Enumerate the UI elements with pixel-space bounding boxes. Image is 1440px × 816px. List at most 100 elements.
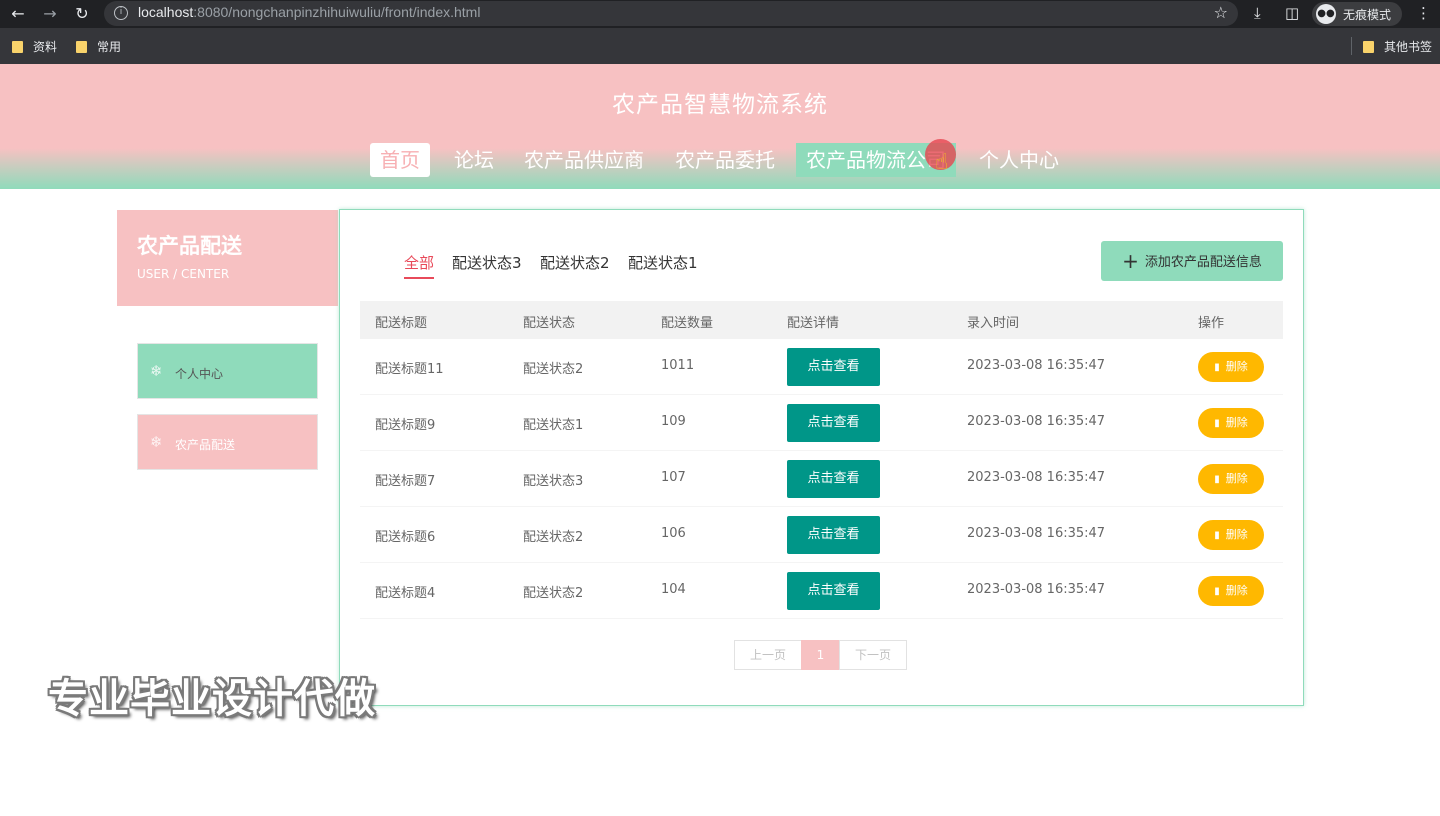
trash-icon: ▮ bbox=[1214, 586, 1220, 597]
trash-icon: ▮ bbox=[1214, 362, 1220, 373]
table-row: 配送标题9 配送状态1 109 点击查看 2023-03-08 16:35:47… bbox=[360, 395, 1283, 451]
bookmark-separator bbox=[1351, 37, 1352, 55]
table-header: 配送标题 配送状态 配送数量 配送详情 录入时间 操作 bbox=[360, 301, 1283, 339]
delete-button[interactable]: ▮ 删除 bbox=[1198, 520, 1264, 550]
table-row: 配送标题4 配送状态2 104 点击查看 2023-03-08 16:35:47… bbox=[360, 563, 1283, 619]
delivery-table: 配送标题 配送状态 配送数量 配送详情 录入时间 操作 配送标题11 配送状态2… bbox=[360, 301, 1283, 619]
column-header: 配送标题 bbox=[375, 316, 428, 331]
cell-title: 配送标题6 bbox=[375, 530, 436, 545]
view-details-button[interactable]: 点击查看 bbox=[787, 404, 880, 442]
site-info-icon[interactable]: i bbox=[114, 6, 128, 20]
add-delivery-label: 添加农产品配送信息 bbox=[1144, 255, 1262, 270]
filter-status-3[interactable]: 配送状态3 bbox=[452, 252, 522, 277]
view-details-button[interactable]: 点击查看 bbox=[787, 460, 880, 498]
address-bar[interactable]: i localhost:8080/nongchanpinzhihuiwuliu/… bbox=[104, 1, 1238, 26]
folder-icon bbox=[76, 41, 87, 53]
snowflake-icon: ❄ bbox=[150, 433, 163, 451]
cell-entry-time: 2023-03-08 16:35:47 bbox=[967, 582, 1106, 597]
cell-status: 配送状态2 bbox=[523, 362, 584, 377]
nav-home[interactable]: 首页 bbox=[370, 143, 430, 177]
bookmark-folder-2[interactable]: 常用 bbox=[76, 38, 121, 55]
cell-status: 配送状态2 bbox=[523, 530, 584, 545]
view-details-button[interactable]: 点击查看 bbox=[787, 348, 880, 386]
cell-title: 配送标题9 bbox=[375, 418, 436, 433]
folder-icon bbox=[1363, 41, 1374, 53]
sidebar-subtitle: USER / CENTER bbox=[137, 267, 230, 281]
filter-status-2[interactable]: 配送状态2 bbox=[540, 252, 610, 277]
column-header: 配送数量 bbox=[661, 316, 714, 331]
cell-title: 配送标题4 bbox=[375, 586, 436, 601]
cell-status: 配送状态2 bbox=[523, 586, 584, 601]
bookmark-folder-1[interactable]: 资料 bbox=[12, 38, 57, 55]
prev-page-button[interactable]: 上一页 bbox=[734, 640, 802, 670]
delete-label: 删除 bbox=[1225, 360, 1248, 373]
column-header: 录入时间 bbox=[967, 316, 1020, 331]
plus-icon: + bbox=[1122, 249, 1139, 273]
hand-cursor-icon: ☝ bbox=[935, 150, 949, 175]
folder-icon bbox=[12, 41, 23, 53]
incognito-indicator[interactable]: ●● 无痕模式 bbox=[1312, 2, 1402, 26]
cell-title: 配送标题11 bbox=[375, 362, 444, 377]
cell-title: 配送标题7 bbox=[375, 474, 436, 489]
filter-all[interactable]: 全部 bbox=[404, 252, 435, 279]
sidebar-item-label: 个人中心 bbox=[175, 367, 224, 381]
bookmark-star-icon[interactable]: ☆ bbox=[1214, 3, 1228, 22]
view-details-button[interactable]: 点击查看 bbox=[787, 516, 880, 554]
cell-entry-time: 2023-03-08 16:35:47 bbox=[967, 358, 1106, 373]
next-page-button[interactable]: 下一页 bbox=[839, 640, 907, 670]
cell-entry-time: 2023-03-08 16:35:47 bbox=[967, 526, 1106, 541]
cell-entry-time: 2023-03-08 16:35:47 bbox=[967, 414, 1106, 429]
cell-quantity: 107 bbox=[661, 470, 686, 485]
delete-label: 删除 bbox=[1225, 416, 1248, 429]
main-panel: 全部 配送状态3 配送状态2 配送状态1 + 添加农产品配送信息 配送标题 配送状… bbox=[339, 209, 1304, 706]
cell-status: 配送状态3 bbox=[523, 474, 584, 489]
delete-button[interactable]: ▮ 删除 bbox=[1198, 408, 1264, 438]
incognito-label: 无痕模式 bbox=[1343, 8, 1392, 22]
nav-user-center[interactable]: 个人中心 bbox=[969, 143, 1069, 177]
delete-button[interactable]: ▮ 删除 bbox=[1198, 576, 1264, 606]
menu-dots-icon[interactable]: ⋮ bbox=[1416, 4, 1431, 22]
side-panel-icon[interactable]: ◫ bbox=[1285, 4, 1299, 22]
sidebar-header: 农产品配送 USER / CENTER bbox=[117, 210, 338, 306]
cell-status: 配送状态1 bbox=[523, 418, 584, 433]
trash-icon: ▮ bbox=[1214, 474, 1220, 485]
other-bookmarks[interactable]: 其他书签 bbox=[1363, 38, 1432, 55]
page-number-current[interactable]: 1 bbox=[801, 640, 840, 670]
column-header: 操作 bbox=[1198, 316, 1225, 331]
delete-button[interactable]: ▮ 删除 bbox=[1198, 464, 1264, 494]
trash-icon: ▮ bbox=[1214, 530, 1220, 541]
sidebar-item-delivery[interactable]: ❄ 农产品配送 bbox=[137, 414, 318, 470]
reload-icon[interactable]: ↻ bbox=[72, 4, 92, 24]
incognito-icon: ●● bbox=[1316, 4, 1336, 24]
add-delivery-button[interactable]: + 添加农产品配送信息 bbox=[1101, 241, 1283, 281]
cell-quantity: 109 bbox=[661, 414, 686, 429]
trash-icon: ▮ bbox=[1214, 418, 1220, 429]
browser-toolbar: ← → ↻ i localhost:8080/nongchanpinzhihui… bbox=[0, 0, 1440, 28]
delete-label: 删除 bbox=[1225, 528, 1248, 541]
nav-commission[interactable]: 农产品委托 bbox=[665, 143, 785, 177]
cell-entry-time: 2023-03-08 16:35:47 bbox=[967, 470, 1106, 485]
sidebar-title: 农产品配送 bbox=[137, 234, 242, 258]
url-text: localhost:8080/nongchanpinzhihuiwuliu/fr… bbox=[138, 4, 481, 20]
delete-label: 删除 bbox=[1225, 472, 1248, 485]
delete-label: 删除 bbox=[1225, 584, 1248, 597]
delete-button[interactable]: ▮ 删除 bbox=[1198, 352, 1264, 382]
table-row: 配送标题7 配送状态3 107 点击查看 2023-03-08 16:35:47… bbox=[360, 451, 1283, 507]
site-header: 农产品智慧物流系统 首页 论坛 农产品供应商 农产品委托 农产品物流公司 个人中… bbox=[0, 64, 1440, 189]
cell-quantity: 106 bbox=[661, 526, 686, 541]
table-row: 配送标题6 配送状态2 106 点击查看 2023-03-08 16:35:47… bbox=[360, 507, 1283, 563]
download-icon[interactable]: ⤓ bbox=[1254, 4, 1261, 22]
watermark-text: 专业毕业设计代做 bbox=[48, 676, 376, 722]
snowflake-icon: ❄ bbox=[150, 362, 163, 380]
view-details-button[interactable]: 点击查看 bbox=[787, 572, 880, 610]
nav-supplier[interactable]: 农产品供应商 bbox=[514, 143, 654, 177]
column-header: 配送详情 bbox=[787, 316, 840, 331]
filter-status-1[interactable]: 配送状态1 bbox=[628, 252, 698, 277]
back-arrow-icon[interactable]: ← bbox=[8, 4, 28, 24]
sidebar-item-user-center[interactable]: ❄ 个人中心 bbox=[137, 343, 318, 399]
nav-forum[interactable]: 论坛 bbox=[444, 143, 504, 177]
site-title: 农产品智慧物流系统 bbox=[612, 92, 828, 118]
forward-arrow-icon[interactable]: → bbox=[40, 4, 60, 24]
bookmarks-bar: 资料 常用 其他书签 bbox=[0, 28, 1440, 64]
column-header: 配送状态 bbox=[523, 316, 576, 331]
